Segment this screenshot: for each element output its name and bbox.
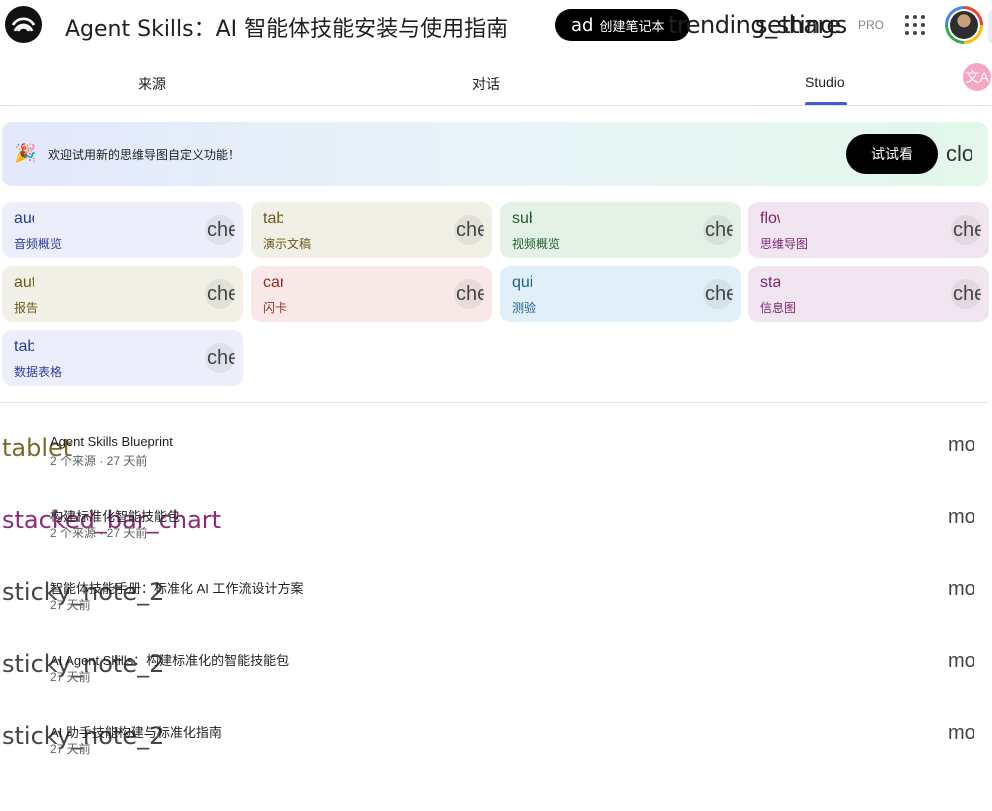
pro-badge: PRO [858, 18, 885, 32]
tile-label: 报告 [14, 301, 39, 315]
chevron-forward-icon[interactable]: chevron_forward [951, 215, 981, 245]
note-meta: 27 天前 [50, 670, 91, 684]
add-icon: ad [571, 14, 594, 36]
tile-icon: quiz [512, 274, 532, 291]
party-popper-icon: 🎉 [14, 143, 37, 163]
studio-tile[interactable]: quiz 测验 chevron_forward [500, 266, 741, 322]
tile-label: 测验 [512, 301, 537, 315]
more-vert-icon[interactable]: more_vert [948, 722, 974, 745]
tile-label: 数据表格 [14, 365, 63, 379]
top-header: Agent Skills：AI 智能体技能安装与使用指南 ad 创建笔记本 tr… [0, 0, 992, 52]
more-vert-icon[interactable]: more_vert [948, 506, 974, 529]
chevron-forward-icon[interactable]: chevron_forward [703, 215, 733, 245]
banner-text: 欢迎试用新的思维导图自定义功能！ [48, 148, 241, 162]
note-title: AI Agent Skills：构建标准化的智能技能包 [50, 653, 290, 668]
more-vert-icon[interactable]: more_vert [948, 434, 974, 457]
chevron-forward-icon[interactable]: chevron_forward [454, 215, 484, 245]
section-divider [0, 402, 988, 403]
more-vert-icon[interactable]: more_vert [948, 578, 974, 601]
note-title: 智能体技能手册：标准化 AI 工作流设计方案 [50, 581, 304, 596]
tab-sources[interactable]: 来源 [138, 74, 166, 94]
try-it-button[interactable]: 试试看 [846, 134, 938, 174]
tile-label: 音频概览 [14, 237, 63, 251]
translate-icon[interactable]: 文A [963, 63, 991, 91]
studio-tile[interactable]: subscriptions 视频概览 chevron_forward [500, 202, 741, 258]
tile-icon: auto_tab_group [14, 274, 34, 291]
tile-icon: stacked_bar_chart [760, 274, 780, 291]
user-avatar[interactable] [945, 6, 983, 44]
main-tabs: 来源 对话 Studio [0, 52, 992, 106]
note-row[interactable]: sticky_note_2AI 助手技能构建与标准化指南27 天前more_ve… [0, 722, 992, 794]
tile-label: 信息图 [760, 301, 797, 315]
active-tab-indicator [805, 102, 847, 105]
studio-tile[interactable]: flowchart 思维导图 chevron_forward [748, 202, 989, 258]
studio-tile[interactable]: audio_magic_eraser 音频概览 chevron_forward [2, 202, 243, 258]
tab-studio[interactable]: Studio [805, 74, 845, 90]
avatar-photo [950, 11, 978, 39]
tile-icon: cards [263, 274, 283, 291]
note-meta: 27 天前 [50, 598, 91, 612]
feature-banner: 🎉 欢迎试用新的思维导图自定义功能！ 试试看 close [2, 122, 988, 186]
chevron-forward-icon[interactable]: chevron_forward [951, 279, 981, 309]
chevron-forward-icon[interactable]: chevron_forward [205, 215, 235, 245]
apps-grid-icon[interactable] [905, 15, 925, 35]
note-row[interactable]: stacked_bar_chart 构建标准化智能技能包 2 个来源 · 27 天前… [0, 506, 992, 578]
chevron-forward-icon[interactable]: chevron_forward [454, 279, 484, 309]
settings-icon[interactable]: settings [755, 11, 847, 39]
notebooklm-logo-icon[interactable] [5, 6, 42, 43]
chevron-forward-icon[interactable]: chevron_forward [205, 279, 235, 309]
create-notebook-label: 创建笔记本 [599, 19, 665, 35]
note-title: AI 助手技能构建与标准化指南 [50, 725, 222, 740]
tile-label: 视频概览 [512, 237, 561, 251]
tile-icon: subscriptions [512, 210, 532, 227]
tile-icon: table_view [14, 338, 34, 355]
studio-tile[interactable]: tablet 演示文稿 chevron_forward [251, 202, 492, 258]
more-vert-icon[interactable]: more_vert [948, 650, 974, 673]
tile-icon: audio_magic_eraser [14, 210, 34, 227]
note-meta: 27 天前 [50, 742, 91, 756]
studio-tile[interactable]: table_view 数据表格 chevron_forward [2, 330, 243, 386]
tile-label: 闪卡 [263, 301, 288, 315]
chevron-forward-icon[interactable]: chevron_forward [205, 343, 235, 373]
tab-chat[interactable]: 对话 [472, 74, 500, 94]
note-meta: 2 个来源 · 27 天前 [50, 526, 148, 540]
tile-icon: flowchart [760, 210, 780, 227]
studio-tile[interactable]: cards 闪卡 chevron_forward [251, 266, 492, 322]
chevron-forward-icon[interactable]: chevron_forward [703, 279, 733, 309]
studio-tile[interactable]: stacked_bar_chart 信息图 chevron_forward [748, 266, 989, 322]
studio-tile[interactable]: auto_tab_group 报告 chevron_forward [2, 266, 243, 322]
note-row[interactable]: sticky_note_2 AI Agent Skills：构建标准化的智能技能包… [0, 650, 992, 722]
note-meta: 2 个来源 · 27 天前 [50, 454, 148, 468]
note-title: 构建标准化智能技能包 [50, 509, 181, 524]
note-row[interactable]: sticky_note_2 智能体技能手册：标准化 AI 工作流设计方案 27 天前… [0, 578, 992, 650]
tile-label: 思维导图 [760, 237, 809, 251]
tile-label: 演示文稿 [263, 237, 312, 251]
notebook-title[interactable]: Agent Skills：AI 智能体技能安装与使用指南 [65, 11, 508, 43]
note-row[interactable]: tablet Agent Skills Blueprint 2 个来源 · 27 天… [0, 434, 992, 506]
note-title: Agent Skills Blueprint [50, 434, 173, 449]
tile-icon: tablet [263, 210, 283, 227]
close-icon[interactable]: close [946, 141, 972, 167]
side-panel-edge [988, 10, 992, 44]
